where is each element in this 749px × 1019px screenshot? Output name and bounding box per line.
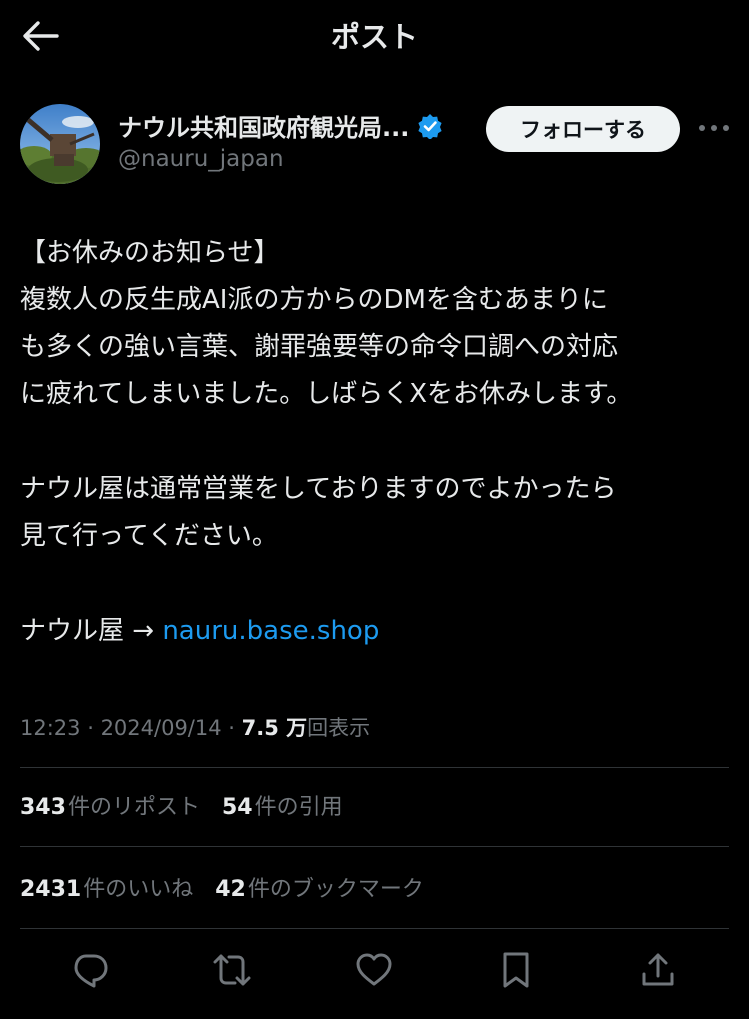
like-button[interactable]: [350, 946, 398, 994]
like-icon: [356, 953, 392, 986]
stats-row-likes: 2431件のいいね 42件のブックマーク: [20, 871, 446, 903]
quotes-label: 件の引用: [254, 795, 343, 820]
post-date: 2024/09/14: [100, 716, 222, 740]
post-time: 12:23: [20, 716, 81, 740]
avatar[interactable]: [20, 104, 100, 184]
divider: [20, 767, 729, 768]
post-line: 【お休みのお知らせ】: [20, 238, 280, 268]
reposts-stat[interactable]: 343件のリポスト: [20, 789, 200, 821]
reply-button[interactable]: [66, 946, 114, 994]
stats-row-reposts: 343件のリポスト 54件の引用: [20, 789, 365, 821]
post-line: も多くの強い言葉、謝罪強要等の命令口調への対応: [20, 332, 619, 362]
post-line: 見て行ってください。: [20, 521, 278, 551]
author-handle[interactable]: @nauru_japan: [118, 146, 284, 172]
top-bar: ポスト: [0, 0, 749, 72]
share-icon: [642, 953, 674, 986]
author-name-row[interactable]: ナウル共和国政府観光局...: [118, 108, 443, 143]
views-label: 回表示: [307, 716, 371, 740]
reposts-label: 件のリポスト: [67, 795, 200, 820]
more-dots-icon: [699, 125, 729, 131]
bookmarks-label: 件のブックマーク: [247, 877, 424, 902]
divider: [20, 846, 729, 847]
repost-button[interactable]: [208, 946, 256, 994]
views-count: 7.5 万: [241, 716, 308, 740]
likes-count: 2431: [20, 877, 82, 902]
likes-label: 件のいいね: [83, 877, 194, 902]
bookmarks-stat[interactable]: 42件のブックマーク: [215, 871, 424, 903]
author-display-name[interactable]: ナウル共和国政府観光局...: [118, 108, 409, 143]
quotes-stat[interactable]: 54件の引用: [222, 789, 343, 821]
action-bar: [0, 940, 749, 1000]
shop-link[interactable]: nauru.base.shop: [162, 616, 379, 646]
quotes-count: 54: [221, 795, 253, 820]
post-link-line: ナウル屋 → nauru.base.shop: [20, 608, 732, 655]
reposts-count: 343: [20, 795, 66, 820]
bookmarks-count: 42: [215, 877, 246, 902]
verified-badge-icon: [418, 113, 442, 139]
page-title: ポスト: [330, 20, 418, 54]
post-body: 【お休みのお知らせ】 複数人の反生成AI派の方からのDMを含むあまりに も多くの…: [20, 230, 732, 655]
more-options-button[interactable]: [696, 116, 732, 140]
meta-separator: ·: [80, 716, 101, 740]
follow-button[interactable]: フォローする: [486, 106, 680, 152]
repost-icon: [213, 954, 251, 986]
post-line: ナウル屋 →: [20, 616, 163, 646]
bookmark-icon: [503, 952, 529, 988]
post-line: ナウル屋は通常営業をしておりますのでよかったら: [20, 474, 617, 504]
share-button[interactable]: [634, 946, 682, 994]
bookmark-button[interactable]: [492, 946, 540, 994]
divider: [20, 928, 729, 929]
reply-icon: [74, 954, 108, 988]
likes-stat[interactable]: 2431件のいいね: [20, 871, 193, 903]
post-meta: 12:23 · 2024/09/14 · 7.5 万回表示: [20, 712, 370, 742]
post-line: に疲れてしまいました。しばらくXをお休みします。: [20, 379, 633, 409]
meta-separator: ·: [221, 716, 242, 740]
post-line: 複数人の反生成AI派の方からのDMを含むあまりに: [20, 285, 608, 315]
